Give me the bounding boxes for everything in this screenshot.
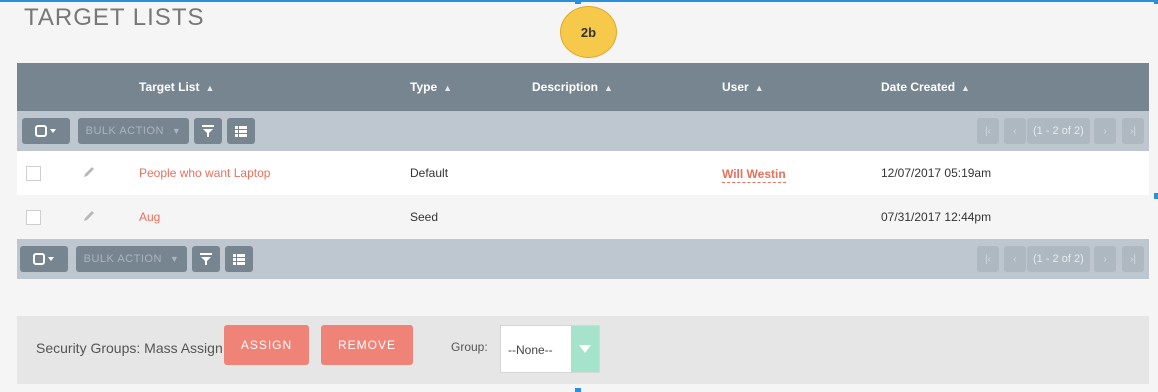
bulk-action-button[interactable]: BULK ACTION ▼ [76,246,187,272]
pagination-count: (1 - 2 of 2) [1027,246,1090,272]
date-created-value: 07/31/2017 12:44pm [881,210,992,224]
column-header-user[interactable]: User ▲︎ [722,63,764,111]
column-chooser-button[interactable] [227,118,255,144]
prev-page-button[interactable]: ‹ [1004,118,1026,144]
column-header-target-list[interactable]: Target List ▲︎ [139,63,214,111]
filter-button[interactable] [194,118,222,144]
last-page-button[interactable]: ›| [1122,246,1144,272]
resize-handle[interactable] [575,0,581,4]
sort-icon: ▲︎ [961,83,970,93]
sort-icon: ▲︎ [443,83,453,93]
type-value: Seed [410,210,439,224]
target-list-name-link[interactable]: People who want Laptop [139,151,270,195]
date-created-value: 12/07/2017 05:19am [881,166,992,180]
filter-icon [202,125,214,137]
select-caret[interactable] [571,326,599,372]
list-view-icon [233,253,245,265]
prev-page-icon: ‹ [1013,125,1017,137]
bulk-action-button[interactable]: BULK ACTION ▼ [78,118,189,144]
first-page-icon: |‹ [985,253,991,265]
pencil-icon[interactable] [81,208,97,224]
resize-handle[interactable] [575,388,581,392]
action-bar-top: BULK ACTION ▼ |‹ ‹ (1 - 2 of 2) › ›| [17,111,1149,151]
first-page-icon: |‹ [985,125,991,137]
pagination-count: (1 - 2 of 2) [1027,118,1090,144]
remove-button[interactable]: REMOVE [321,325,413,365]
user-link[interactable]: Will Westin [722,167,786,183]
caret-down-icon: ▼ [169,254,180,264]
prev-page-icon: ‹ [1013,253,1017,265]
caret-down-icon [579,345,591,353]
last-page-icon: ›| [1130,253,1136,265]
list-view-table: Target List ▲︎ Type ▲︎ Description ▲︎ User ▲… [17,63,1149,279]
group-selected-value: --None-- [508,343,553,357]
prev-page-button[interactable]: ‹ [1004,246,1026,272]
mass-assign-label: Security Groups: Mass Assign [36,340,223,356]
last-page-icon: ›| [1130,125,1136,137]
target-list-name-link[interactable]: Aug [139,195,160,239]
caret-down-icon: ▼ [171,126,182,136]
resize-handle[interactable] [1154,193,1158,199]
page-title: TARGET LISTS [24,4,205,31]
next-page-button[interactable]: › [1094,246,1116,272]
sort-icon: ▲︎ [604,83,613,93]
column-chooser-button[interactable] [225,246,253,272]
table-row: People who want Laptop Default Will West… [17,151,1149,195]
first-page-button[interactable]: |‹ [977,118,999,144]
last-page-button[interactable]: ›| [1122,118,1144,144]
assign-button[interactable]: ASSIGN [224,325,309,365]
column-header-type[interactable]: Type ▲︎ [410,63,452,111]
checkbox-icon [35,125,56,137]
filter-button[interactable] [192,246,220,272]
list-view-icon [235,125,247,137]
first-page-button[interactable]: |‹ [977,246,999,272]
security-groups-mass-assign-panel: Security Groups: Mass Assign ASSIGN REMO… [17,316,1149,384]
table-header: Target List ▲︎ Type ▲︎ Description ▲︎ User ▲… [17,63,1149,111]
sort-icon: ▲︎ [205,83,215,93]
group-select[interactable]: --None-- [500,325,600,373]
type-value: Default [410,166,449,180]
step-badge: 2b [560,6,617,58]
table-row: Aug Seed 07/31/2017 12:44pm [17,195,1149,239]
column-header-description[interactable]: Description ▲︎ [532,63,613,111]
next-page-button[interactable]: › [1094,118,1116,144]
action-bar-bottom: BULK ACTION ▼ |‹ ‹ (1 - 2 of 2) › ›| [17,239,1149,279]
column-header-date-created[interactable]: Date Created ▲︎ [881,63,970,111]
resize-handle[interactable] [1154,0,1158,4]
select-all-dropdown[interactable] [22,118,70,144]
pencil-icon[interactable] [81,164,97,180]
row-checkbox[interactable] [26,210,41,225]
filter-icon [200,253,212,265]
checkbox-icon [33,253,54,265]
row-checkbox[interactable] [26,166,41,181]
sort-icon: ▲︎ [754,83,764,93]
next-page-icon: › [1103,253,1107,265]
group-label: Group: [451,340,488,354]
select-all-dropdown[interactable] [20,246,68,272]
next-page-icon: › [1103,125,1107,137]
